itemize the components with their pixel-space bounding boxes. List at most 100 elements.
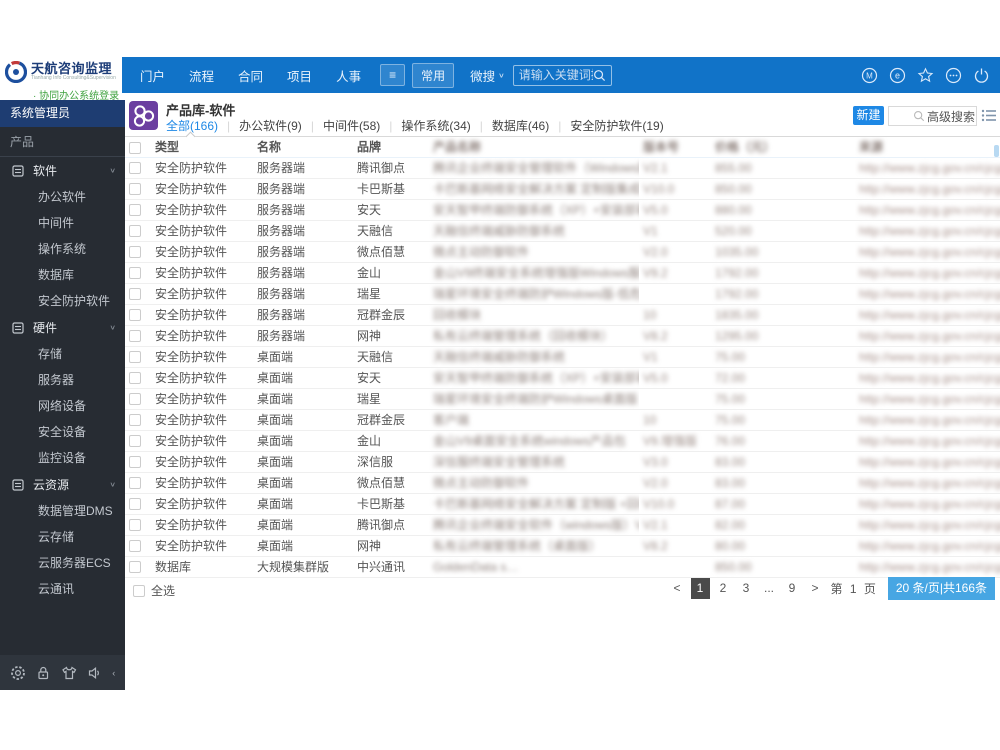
power-icon-wrap[interactable] <box>973 67 990 84</box>
sidebar-item[interactable]: 存储 <box>0 341 125 367</box>
sidebar-item[interactable]: 数据管理DMS <box>0 498 125 524</box>
filter-tab[interactable]: 中间件(58) <box>302 117 380 134</box>
sidebar-item[interactable]: 办公软件 <box>0 184 125 210</box>
table-row[interactable]: 安全防护软件 桌面端 微点佰慧 微点主动防御软件 V2.0 83.00 http://www… <box>125 472 1000 493</box>
table-row[interactable]: 安全防护软件 服务器端 冠群金辰 回收模块 10 1835.00 http://www.zj… <box>125 304 1000 325</box>
table-row[interactable]: 安全防护软件 桌面端 腾讯御点 腾讯企业终端安全软件（windows版）V2.1 V2.… <box>125 514 1000 535</box>
sidebar-item[interactable]: 服务器 <box>0 367 125 393</box>
sidebar-group-header[interactable]: 云资源 ∨ <box>0 471 125 498</box>
row-checkbox[interactable] <box>129 288 141 301</box>
sidebar-item[interactable]: 监控设备 <box>0 445 125 471</box>
search-icon[interactable] <box>913 110 925 122</box>
sound-icon-wrap[interactable] <box>87 665 103 681</box>
row-checkbox[interactable] <box>129 162 141 175</box>
table-row[interactable]: 安全防护软件 服务器端 瑞星 瑞星环境安全终端防护Windows版-低危漏洞 1792.… <box>125 283 1000 304</box>
row-checkbox[interactable] <box>129 414 141 427</box>
sidebar-item[interactable]: 中间件 <box>0 210 125 236</box>
global-search-input[interactable] <box>518 68 593 82</box>
row-checkbox[interactable] <box>129 309 141 322</box>
table-row[interactable]: 安全防护软件 服务器端 卡巴斯基 卡巴斯基网络安全解决方案 定制版集成防护授权… V10… <box>125 178 1000 199</box>
nav-tab[interactable]: 人事 <box>324 66 373 85</box>
next-page-button[interactable]: > <box>806 578 825 599</box>
row-checkbox[interactable] <box>129 372 141 385</box>
select-all-checkbox[interactable] <box>133 584 145 597</box>
row-checkbox[interactable] <box>129 498 141 511</box>
filter-tab[interactable]: 数据库(46) <box>471 117 549 134</box>
nav-menu-icon[interactable]: ≡ <box>380 64 406 86</box>
nav-tab[interactable]: 合同 <box>226 66 275 85</box>
row-checkbox[interactable] <box>129 477 141 490</box>
table-row[interactable]: 安全防护软件 服务器端 金山 金山V9终端安全系统增强版Windows服务器版 V9.2… <box>125 262 1000 283</box>
table-row[interactable]: 安全防护软件 桌面端 深信服 深信服终端安全管理系统 V3.0 83.00 http://w… <box>125 451 1000 472</box>
vertical-scrollbar-thumb[interactable] <box>994 145 999 157</box>
table-row[interactable]: 安全防护软件 服务器端 安天 安天智甲终端防御系统（XP）+安装部署服务 V5.0 880… <box>125 199 1000 220</box>
sidebar-group-header[interactable]: 硬件 ∨ <box>0 314 125 341</box>
page-button[interactable]: 1 <box>690 578 710 599</box>
table-row[interactable]: 安全防护软件 桌面端 瑞星 瑞星环境安全终端防护Windows桌面版 75.00 http… <box>125 388 1000 409</box>
list-view-toggle-icon[interactable] <box>981 108 996 123</box>
page-button[interactable]: ... <box>760 578 779 599</box>
wesearch-dropdown[interactable]: 微搜 ∨ <box>470 66 505 85</box>
table-row[interactable]: 安全防护软件 桌面端 网神 私有云终端管理系统（桌面版） V8.2 80.00 http:/… <box>125 535 1000 556</box>
table-row[interactable]: 安全防护软件 桌面端 金山 金山V9桌面安全系统windows产品包 V9.增强版 76.… <box>125 430 1000 451</box>
table-row[interactable]: 安全防护软件 桌面端 卡巴斯基 卡巴斯基网络安全解决方案 定制版 +回收… V10.0 8… <box>125 493 1000 514</box>
page-button[interactable]: 2 <box>714 578 733 599</box>
sidebar-item[interactable]: 安全设备 <box>0 419 125 445</box>
sidebar-item[interactable]: 安全防护软件 <box>0 288 125 314</box>
row-checkbox[interactable] <box>129 393 141 406</box>
oa-login-link[interactable]: · 协同办公系统登录 <box>33 87 122 102</box>
sidebar-item[interactable]: 网络设备 <box>0 393 125 419</box>
message-icon-wrap[interactable]: e <box>889 67 906 84</box>
sidebar-item[interactable]: 云服务器ECS <box>0 550 125 576</box>
nav-tab-favorites[interactable]: 常用 <box>412 62 455 88</box>
nav-tab[interactable]: 门户 <box>128 66 177 85</box>
page-size-button[interactable]: 20 条/页|共166条 <box>887 577 995 600</box>
header-checkbox[interactable] <box>129 141 141 154</box>
row-checkbox[interactable] <box>129 435 141 448</box>
more-icon[interactable] <box>945 67 962 84</box>
sidebar-item[interactable]: 云存储 <box>0 524 125 550</box>
table-row[interactable]: 安全防护软件 服务器端 微点佰慧 微点主动防御软件 V2.0 1035.00 http://… <box>125 241 1000 262</box>
sidebar-section-product[interactable]: 产品 <box>0 127 125 157</box>
nav-tab[interactable]: 项目 <box>275 66 324 85</box>
row-checkbox[interactable] <box>129 330 141 343</box>
lock-icon[interactable] <box>35 665 51 681</box>
row-checkbox[interactable] <box>129 183 141 196</box>
filter-tab[interactable]: 办公软件(9) <box>218 117 302 134</box>
row-checkbox[interactable] <box>129 246 141 259</box>
table-row[interactable]: 安全防护软件 服务器端 网神 私有云终端管理系统（回收模块） V8.2 1295.00 ht… <box>125 325 1000 346</box>
row-checkbox[interactable] <box>129 204 141 217</box>
gear-icon-wrap[interactable] <box>10 665 26 681</box>
table-row[interactable]: 安全防护软件 桌面端 冠群金辰 客户端 10 75.00 http://www.zjcg.g… <box>125 409 1000 430</box>
filter-tab[interactable]: 全部(166) <box>166 117 218 134</box>
message-icon[interactable]: e <box>889 67 906 84</box>
power-icon[interactable] <box>973 67 990 84</box>
sound-icon[interactable] <box>87 665 103 681</box>
sidebar-item[interactable]: 云通讯 <box>0 576 125 602</box>
sidebar-item[interactable]: 数据库 <box>0 262 125 288</box>
table-row[interactable]: 数据库 大规模集群版 中兴通讯 GoldenData s… 850.00 http://w… <box>125 556 1000 577</box>
more-icon-wrap[interactable] <box>945 67 962 84</box>
theme-icon[interactable] <box>61 665 77 681</box>
page-button[interactable]: 3 <box>737 578 756 599</box>
page-button[interactable]: 9 <box>783 578 802 599</box>
m-badge-icon-wrap[interactable]: M <box>861 67 878 84</box>
star-icon-wrap[interactable] <box>917 66 934 84</box>
theme-icon-wrap[interactable] <box>61 665 77 681</box>
row-checkbox[interactable] <box>129 519 141 532</box>
filter-tab[interactable]: 操作系统(34) <box>380 117 470 134</box>
table-row[interactable]: 安全防护软件 桌面端 安天 安天智甲终端防御系统（XP）+安装部署服务 V5.0 72.0… <box>125 367 1000 388</box>
row-checkbox[interactable] <box>129 351 141 364</box>
table-search-input[interactable] <box>889 110 913 122</box>
table-row[interactable]: 安全防护软件 桌面端 天融信 天融信终端威胁防御系统 V1 75.00 http://www… <box>125 346 1000 367</box>
lock-icon-wrap[interactable] <box>35 665 51 681</box>
m-badge-icon[interactable]: M <box>861 67 878 84</box>
sidebar-group-header[interactable]: 软件 ∨ <box>0 157 125 184</box>
nav-tab[interactable]: 流程 <box>177 66 226 85</box>
table-row[interactable]: 安全防护软件 服务器端 天融信 天融信终端威胁防御系统 V1 520.00 http://w… <box>125 220 1000 241</box>
prev-page-button[interactable]: < <box>668 578 687 599</box>
collapse-arrow-icon[interactable]: ‹ <box>112 668 115 678</box>
table-row[interactable]: 安全防护软件 服务器端 腾讯御点 腾讯企业终端安全管理软件（Windows版） V2.1… <box>125 157 1000 178</box>
star-icon[interactable] <box>917 66 934 84</box>
row-checkbox[interactable] <box>129 267 141 280</box>
